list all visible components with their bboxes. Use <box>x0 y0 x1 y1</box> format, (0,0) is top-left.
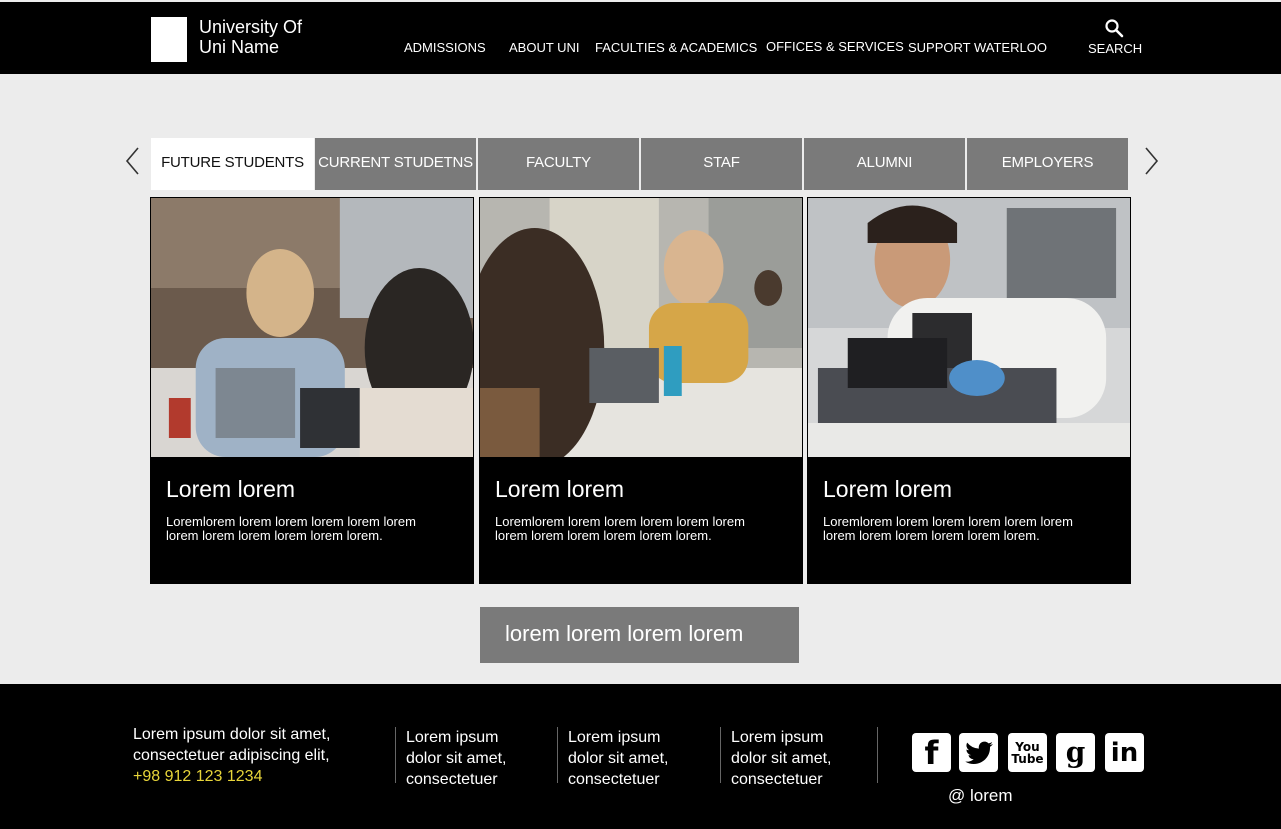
card-title: Lorem lorem <box>166 476 296 502</box>
logo-icon[interactable] <box>151 17 187 62</box>
youtube-icon[interactable]: You Tube <box>1008 733 1047 772</box>
card-description: Loremlorem lorem lorem lorem lorem lorem… <box>823 514 1073 543</box>
footer-column-line[interactable]: consectetuer <box>568 769 707 790</box>
footer-column-line[interactable]: dolor sit amet, <box>568 748 707 769</box>
footer-column-line[interactable]: consectetuer <box>731 769 870 790</box>
tab-alumni[interactable]: ALUMNI <box>804 138 965 190</box>
footer-column-line[interactable]: dolor sit amet, <box>406 748 545 769</box>
nav-faculties-academics[interactable]: FACULTIES & ACADEMICS <box>595 40 757 55</box>
card-photo <box>151 198 473 457</box>
logo-line-2: Uni Name <box>199 37 280 57</box>
linkedin-icon[interactable]: in <box>1105 733 1144 772</box>
footer-column-line[interactable]: Lorem ipsum <box>731 727 870 748</box>
footer-main-line-1: Lorem ipsum dolor sit amet, <box>133 726 331 743</box>
tab-future-students[interactable]: FUTURE STUDENTS <box>151 138 314 190</box>
footer-divider <box>877 727 878 783</box>
cta-button[interactable]: lorem lorem lorem lorem <box>480 607 799 663</box>
card-description: Loremlorem lorem lorem lorem lorem lorem… <box>166 514 416 543</box>
footer-column-line[interactable]: dolor sit amet, <box>731 748 870 769</box>
footer-column: Lorem ipsum dolor sit amet, consectetuer <box>720 727 870 788</box>
footer-column: Lorem ipsum dolor sit amet, consectetuer <box>395 727 545 788</box>
tab-faculty[interactable]: FACULTY <box>478 138 639 190</box>
footer-column-line[interactable]: consectetuer <box>406 769 545 790</box>
card-faculty[interactable]: Lorem lorem Loremlorem lorem lorem lorem… <box>807 197 1131 584</box>
card-photo <box>480 198 802 457</box>
footer-column-line[interactable]: Lorem ipsum <box>406 727 545 748</box>
nav-offices-services[interactable]: OFFICES & SERVICES <box>766 39 904 54</box>
card-photo <box>808 198 1130 457</box>
social-handle[interactable]: @ lorem <box>948 786 1013 806</box>
chevron-left-icon[interactable] <box>124 146 142 176</box>
tab-staf[interactable]: STAF <box>641 138 802 190</box>
site-header: University Of Uni Name ADMISSIONS ABOUT … <box>0 2 1281 74</box>
footer-column-line[interactable]: Lorem ipsum <box>568 727 707 748</box>
site-footer: Lorem ipsum dolor sit amet, consectetuer… <box>0 684 1281 829</box>
card-description: Loremlorem lorem lorem lorem lorem lorem… <box>495 514 745 543</box>
twitter-icon[interactable] <box>959 733 998 772</box>
logo-text[interactable]: University Of Uni Name <box>199 17 302 57</box>
search-button[interactable]: SEARCH <box>1088 18 1143 58</box>
card-current-students[interactable]: Lorem lorem Loremlorem lorem lorem lorem… <box>479 197 803 584</box>
card-title: Lorem lorem <box>495 476 625 502</box>
footer-contact: Lorem ipsum dolor sit amet, consectetuer… <box>133 724 330 787</box>
google-icon[interactable]: g <box>1056 733 1095 772</box>
nav-admissions[interactable]: ADMISSIONS <box>404 40 486 55</box>
card-title: Lorem lorem <box>823 476 953 502</box>
facebook-icon[interactable]: f <box>912 733 951 772</box>
nav-support-waterloo[interactable]: SUPPORT WATERLOO <box>908 40 1047 55</box>
logo-line-1: University Of <box>199 17 303 37</box>
tab-employers[interactable]: EMPLOYERS <box>967 138 1128 190</box>
chevron-right-icon[interactable] <box>1142 146 1160 176</box>
nav-about-uni[interactable]: ABOUT UNI <box>509 40 580 55</box>
footer-main-line-2: consectetuer adipiscing elit, <box>133 747 330 764</box>
search-label: SEARCH <box>1088 41 1143 56</box>
footer-column: Lorem ipsum dolor sit amet, consectetuer <box>557 727 707 788</box>
tab-current-students[interactable]: CURRENT STUDETNS <box>315 138 476 190</box>
card-future-students[interactable]: Lorem lorem Loremlorem lorem lorem lorem… <box>150 197 474 584</box>
footer-phone[interactable]: +98 912 123 1234 <box>133 766 330 787</box>
search-icon <box>1105 19 1124 38</box>
